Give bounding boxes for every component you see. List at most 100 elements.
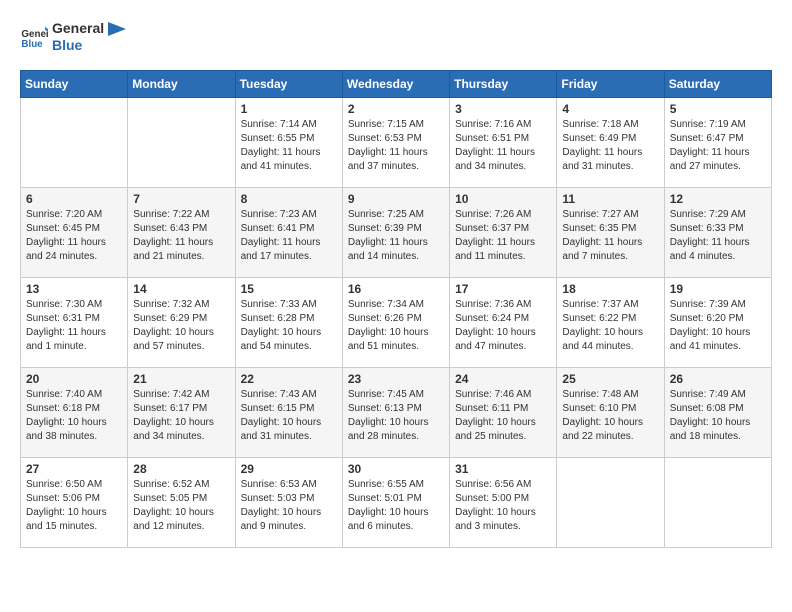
header-thursday: Thursday (450, 70, 557, 97)
calendar-cell: 27Sunrise: 6:50 AM Sunset: 5:06 PM Dayli… (21, 457, 128, 547)
day-info: Sunrise: 7:32 AM Sunset: 6:29 PM Dayligh… (133, 298, 229, 354)
day-info: Sunrise: 7:25 AM Sunset: 6:39 PM Dayligh… (348, 208, 444, 264)
day-info: Sunrise: 6:52 AM Sunset: 5:05 PM Dayligh… (133, 478, 229, 534)
day-info: Sunrise: 7:49 AM Sunset: 6:08 PM Dayligh… (670, 388, 766, 444)
calendar-cell: 25 Sunrise: 7:48 AM Sunset: 6:10 PM Dayli… (557, 367, 664, 457)
day-info: Sunrise: 7:30 AM Sunset: 6:31 PM Dayligh… (26, 298, 122, 354)
logo-blue-text: Blue (52, 37, 126, 54)
day-number: 12 (670, 192, 766, 206)
day-number: 28 (133, 462, 229, 476)
calendar-cell: 30 Sunrise: 6:55 AM Sunset: 5:01 PM Dayli… (342, 457, 449, 547)
day-number: 7 (133, 192, 229, 206)
header-wednesday: Wednesday (342, 70, 449, 97)
day-info: Sunrise: 7:36 AM Sunset: 6:24 PM Dayligh… (455, 298, 551, 354)
day-info: Sunrise: 7:14 AM Sunset: 6:55 PM Dayligh… (241, 118, 337, 174)
day-info: Sunrise: 7:40 AM Sunset: 6:18 PM Dayligh… (26, 388, 122, 444)
calendar-cell: 29 Sunrise: 6:53 AM Sunset: 5:03 PM Dayli… (235, 457, 342, 547)
day-info: Sunrise: 7:23 AM Sunset: 6:41 PM Dayligh… (241, 208, 337, 264)
day-info: Sunrise: 7:33 AM Sunset: 6:28 PM Dayligh… (241, 298, 337, 354)
calendar-cell: 6 Sunrise: 7:20 AM Sunset: 6:45 PM Daylig… (21, 187, 128, 277)
day-info: Sunrise: 7:22 AM Sunset: 6:43 PM Dayligh… (133, 208, 229, 264)
calendar-cell: 21Sunrise: 7:42 AM Sunset: 6:17 PM Dayli… (128, 367, 235, 457)
day-info: Sunrise: 7:15 AM Sunset: 6:53 PM Dayligh… (348, 118, 444, 174)
day-number: 9 (348, 192, 444, 206)
day-number: 29 (241, 462, 337, 476)
calendar-cell: 1 Sunrise: 7:14 AM Sunset: 6:55 PM Daylig… (235, 97, 342, 187)
day-info: Sunrise: 7:48 AM Sunset: 6:10 PM Dayligh… (562, 388, 658, 444)
calendar-header-row: SundayMondayTuesdayWednesdayThursdayFrid… (21, 70, 772, 97)
calendar-cell: 12Sunrise: 7:29 AM Sunset: 6:33 PM Dayli… (664, 187, 771, 277)
day-info: Sunrise: 7:46 AM Sunset: 6:11 PM Dayligh… (455, 388, 551, 444)
calendar-cell: 19Sunrise: 7:39 AM Sunset: 6:20 PM Dayli… (664, 277, 771, 367)
logo: General Blue General Blue (20, 20, 126, 54)
day-number: 15 (241, 282, 337, 296)
calendar-cell: 28 Sunrise: 6:52 AM Sunset: 5:05 PM Dayli… (128, 457, 235, 547)
calendar-week-1: 1 Sunrise: 7:14 AM Sunset: 6:55 PM Daylig… (21, 97, 772, 187)
day-number: 17 (455, 282, 551, 296)
day-number: 25 (562, 372, 658, 386)
day-info: Sunrise: 6:53 AM Sunset: 5:03 PM Dayligh… (241, 478, 337, 534)
page-header: General Blue General Blue (20, 20, 772, 54)
calendar-week-3: 13Sunrise: 7:30 AM Sunset: 6:31 PM Dayli… (21, 277, 772, 367)
day-number: 4 (562, 102, 658, 116)
header-sunday: Sunday (21, 70, 128, 97)
logo-icon: General Blue (20, 23, 48, 51)
calendar-cell: 10 Sunrise: 7:26 AM Sunset: 6:37 PM Dayli… (450, 187, 557, 277)
day-info: Sunrise: 7:45 AM Sunset: 6:13 PM Dayligh… (348, 388, 444, 444)
calendar-cell: 26 Sunrise: 7:49 AM Sunset: 6:08 PM Dayli… (664, 367, 771, 457)
day-info: Sunrise: 7:19 AM Sunset: 6:47 PM Dayligh… (670, 118, 766, 174)
day-number: 3 (455, 102, 551, 116)
calendar-cell: 24Sunrise: 7:46 AM Sunset: 6:11 PM Dayli… (450, 367, 557, 457)
calendar-cell: 8 Sunrise: 7:23 AM Sunset: 6:41 PM Daylig… (235, 187, 342, 277)
calendar-cell: 3 Sunrise: 7:16 AM Sunset: 6:51 PM Daylig… (450, 97, 557, 187)
day-info: Sunrise: 7:37 AM Sunset: 6:22 PM Dayligh… (562, 298, 658, 354)
day-number: 20 (26, 372, 122, 386)
day-number: 26 (670, 372, 766, 386)
calendar-cell: 17 Sunrise: 7:36 AM Sunset: 6:24 PM Dayli… (450, 277, 557, 367)
calendar-cell: 13Sunrise: 7:30 AM Sunset: 6:31 PM Dayli… (21, 277, 128, 367)
calendar-week-5: 27Sunrise: 6:50 AM Sunset: 5:06 PM Dayli… (21, 457, 772, 547)
day-number: 6 (26, 192, 122, 206)
calendar-cell: 9 Sunrise: 7:25 AM Sunset: 6:39 PM Daylig… (342, 187, 449, 277)
day-number: 31 (455, 462, 551, 476)
calendar-cell: 5 Sunrise: 7:19 AM Sunset: 6:47 PM Daylig… (664, 97, 771, 187)
day-number: 10 (455, 192, 551, 206)
calendar-cell: 11 Sunrise: 7:27 AM Sunset: 6:35 PM Dayli… (557, 187, 664, 277)
day-number: 5 (670, 102, 766, 116)
calendar-cell: 14 Sunrise: 7:32 AM Sunset: 6:29 PM Dayli… (128, 277, 235, 367)
day-info: Sunrise: 7:18 AM Sunset: 6:49 PM Dayligh… (562, 118, 658, 174)
day-info: Sunrise: 7:16 AM Sunset: 6:51 PM Dayligh… (455, 118, 551, 174)
calendar-cell: 31 Sunrise: 6:56 AM Sunset: 5:00 PM Dayli… (450, 457, 557, 547)
header-friday: Friday (557, 70, 664, 97)
calendar-cell: 7 Sunrise: 7:22 AM Sunset: 6:43 PM Daylig… (128, 187, 235, 277)
day-number: 1 (241, 102, 337, 116)
calendar-cell (21, 97, 128, 187)
calendar-cell: 16 Sunrise: 7:34 AM Sunset: 6:26 PM Dayli… (342, 277, 449, 367)
calendar-cell: 4 Sunrise: 7:18 AM Sunset: 6:49 PM Daylig… (557, 97, 664, 187)
header-saturday: Saturday (664, 70, 771, 97)
day-number: 16 (348, 282, 444, 296)
flag-icon (108, 22, 126, 36)
day-info: Sunrise: 6:50 AM Sunset: 5:06 PM Dayligh… (26, 478, 122, 534)
day-info: Sunrise: 6:55 AM Sunset: 5:01 PM Dayligh… (348, 478, 444, 534)
day-info: Sunrise: 7:20 AM Sunset: 6:45 PM Dayligh… (26, 208, 122, 264)
calendar-cell: 23Sunrise: 7:45 AM Sunset: 6:13 PM Dayli… (342, 367, 449, 457)
day-number: 21 (133, 372, 229, 386)
day-info: Sunrise: 6:56 AM Sunset: 5:00 PM Dayligh… (455, 478, 551, 534)
day-info: Sunrise: 7:27 AM Sunset: 6:35 PM Dayligh… (562, 208, 658, 264)
day-number: 22 (241, 372, 337, 386)
header-monday: Monday (128, 70, 235, 97)
svg-text:Blue: Blue (21, 39, 43, 50)
day-number: 30 (348, 462, 444, 476)
day-info: Sunrise: 7:39 AM Sunset: 6:20 PM Dayligh… (670, 298, 766, 354)
calendar-week-2: 6 Sunrise: 7:20 AM Sunset: 6:45 PM Daylig… (21, 187, 772, 277)
day-number: 18 (562, 282, 658, 296)
day-info: Sunrise: 7:34 AM Sunset: 6:26 PM Dayligh… (348, 298, 444, 354)
day-number: 8 (241, 192, 337, 206)
calendar-cell: 2Sunrise: 7:15 AM Sunset: 6:53 PM Daylig… (342, 97, 449, 187)
calendar-cell: 22Sunrise: 7:43 AM Sunset: 6:15 PM Dayli… (235, 367, 342, 457)
day-info: Sunrise: 7:26 AM Sunset: 6:37 PM Dayligh… (455, 208, 551, 264)
day-number: 11 (562, 192, 658, 206)
calendar-cell (128, 97, 235, 187)
day-number: 14 (133, 282, 229, 296)
